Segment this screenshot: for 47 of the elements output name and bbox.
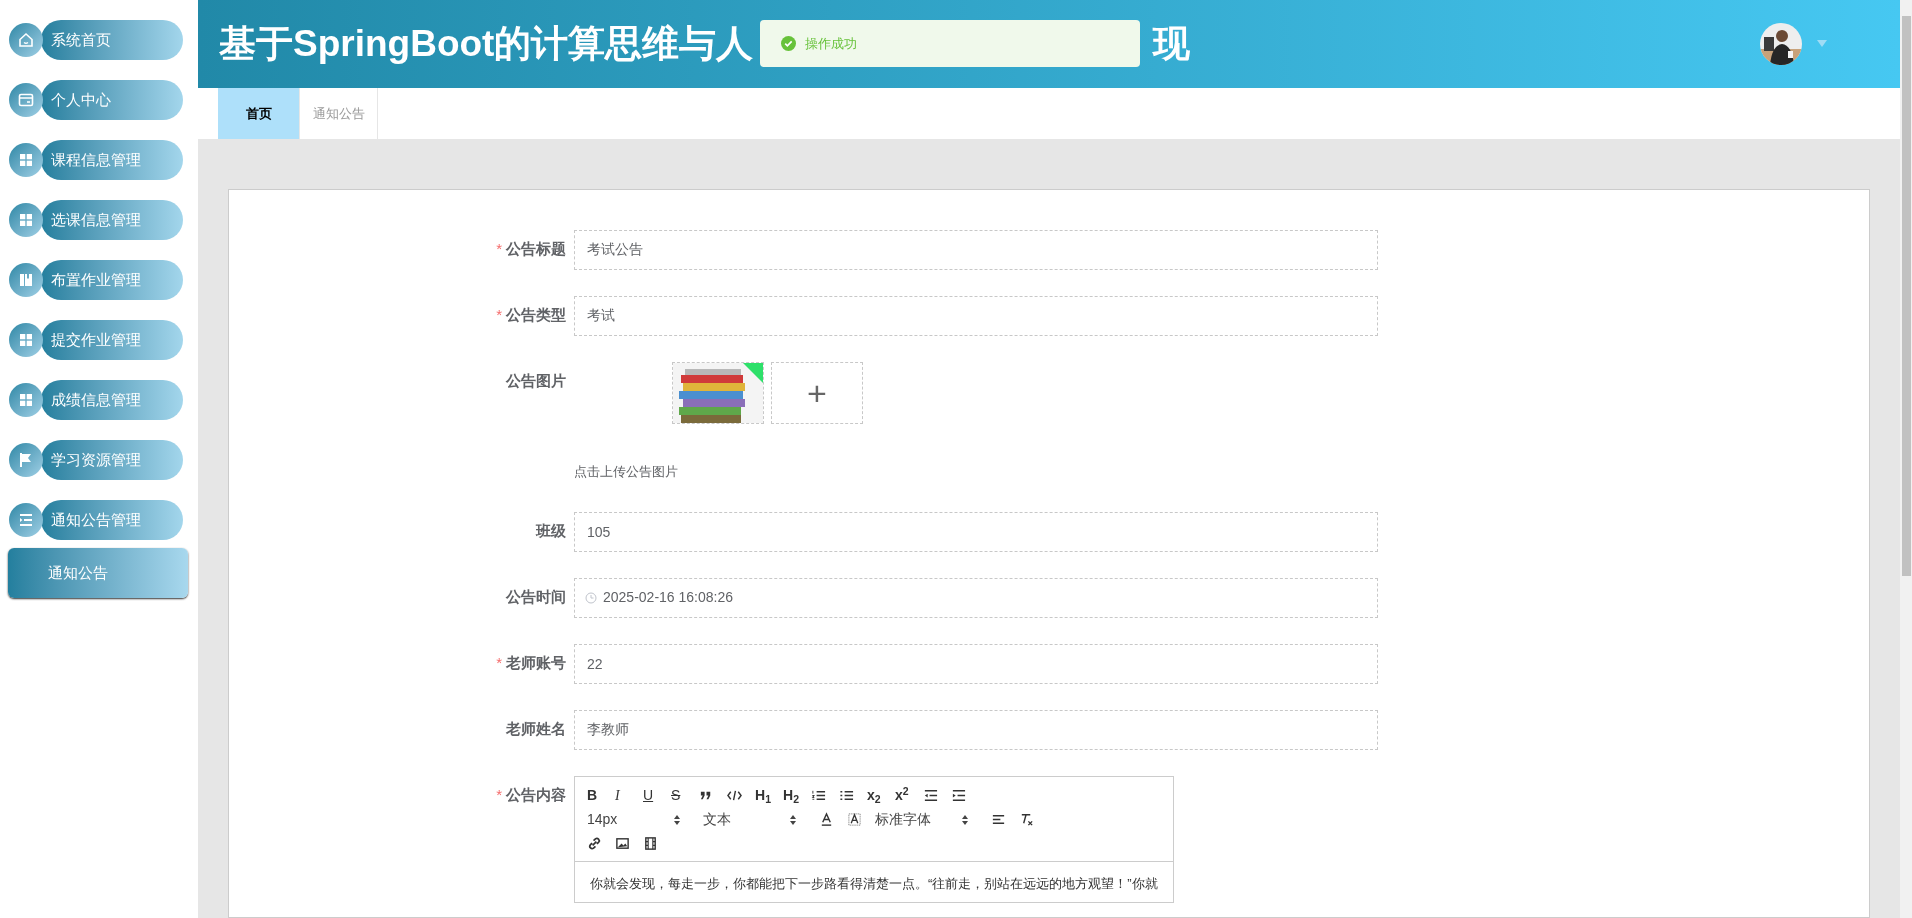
required-mark: * <box>496 305 502 325</box>
toolbar-button[interactable]: U <box>643 784 671 807</box>
select-arrows-icon <box>673 813 681 826</box>
editor-text: 你就会发现，每走一步，你都能把下一步路看得清楚一点。“往前走，别站在远远的地方观望！”你就 <box>590 874 1158 893</box>
toast-message: 操作成功 <box>805 34 857 53</box>
field-label: 公告图片 <box>506 371 566 391</box>
toolbar-button[interactable]: H$_{2}$ <box>783 784 811 807</box>
system-title: 基于SpringBoot的计算思维与人 <box>219 22 754 67</box>
input-field[interactable]: 考试 <box>574 296 1378 336</box>
select-arrows-icon <box>789 813 797 826</box>
field-label: 班级 <box>536 520 566 541</box>
field-label: 老师账号 <box>506 652 566 673</box>
input-field[interactable]: 考试公告 <box>574 230 1378 270</box>
required-mark: * <box>496 239 502 259</box>
clock-icon <box>585 591 597 604</box>
input-field[interactable]: 22 <box>574 643 1378 684</box>
input-field[interactable]: 李教师 <box>574 709 1378 750</box>
toolbar-button[interactable]: S <box>671 784 699 807</box>
upload-hint: 点击上传公告图片 <box>574 463 679 481</box>
field-label: 老师姓名 <box>506 718 566 739</box>
toolbar-select[interactable]: 文本 <box>703 808 819 831</box>
field-label: 公告标题 <box>506 239 566 259</box>
toolbar-button[interactable]: x$^{2}$ <box>895 784 923 807</box>
toolbar-button[interactable]: x$_{2}$ <box>867 784 895 807</box>
field-label: 公告类型 <box>506 305 566 325</box>
date-field[interactable]: 2025-02-16 16:08:26 <box>574 577 1378 618</box>
toolbar-button[interactable]: H$_{1}$ <box>755 784 783 807</box>
upload-button[interactable]: + <box>771 362 863 424</box>
toolbar-button[interactable]: I <box>615 784 643 807</box>
required-mark: * <box>496 784 502 805</box>
toolbar-select[interactable]: 标准字体 <box>875 808 991 831</box>
sidebar-menu-item[interactable]: 个人中心 <box>41 80 183 120</box>
toolbar-button[interactable]: B <box>587 784 615 807</box>
rich-text-editor[interactable]: B I U S H$_{1}$ H$_{2}$ x$_{2}$ x$^{2}$ 14px 文本 标准字体 你就会发现，每走一步，你都能把下一步路看得清楚一点。“往前走，别站在远远的地方观望！”你就 <box>574 775 1174 903</box>
field-label: 公告内容 <box>506 784 566 805</box>
select-arrows-icon <box>961 813 969 826</box>
home-icon <box>16 30 36 50</box>
system-title: 现 <box>1153 22 1191 67</box>
sidebar-menu-item[interactable]: 系统首页 <box>41 20 183 60</box>
field-label: 公告时间 <box>506 586 566 607</box>
toolbar-select[interactable]: 14px <box>587 808 703 831</box>
scrollbar-thumb[interactable] <box>1901 16 1911 576</box>
tab[interactable]: 首页 <box>218 88 299 139</box>
input-field[interactable]: 105 <box>574 511 1378 552</box>
required-mark: * <box>496 652 502 673</box>
scrollbar[interactable] <box>1900 0 1912 918</box>
check-circle-icon <box>781 36 796 51</box>
